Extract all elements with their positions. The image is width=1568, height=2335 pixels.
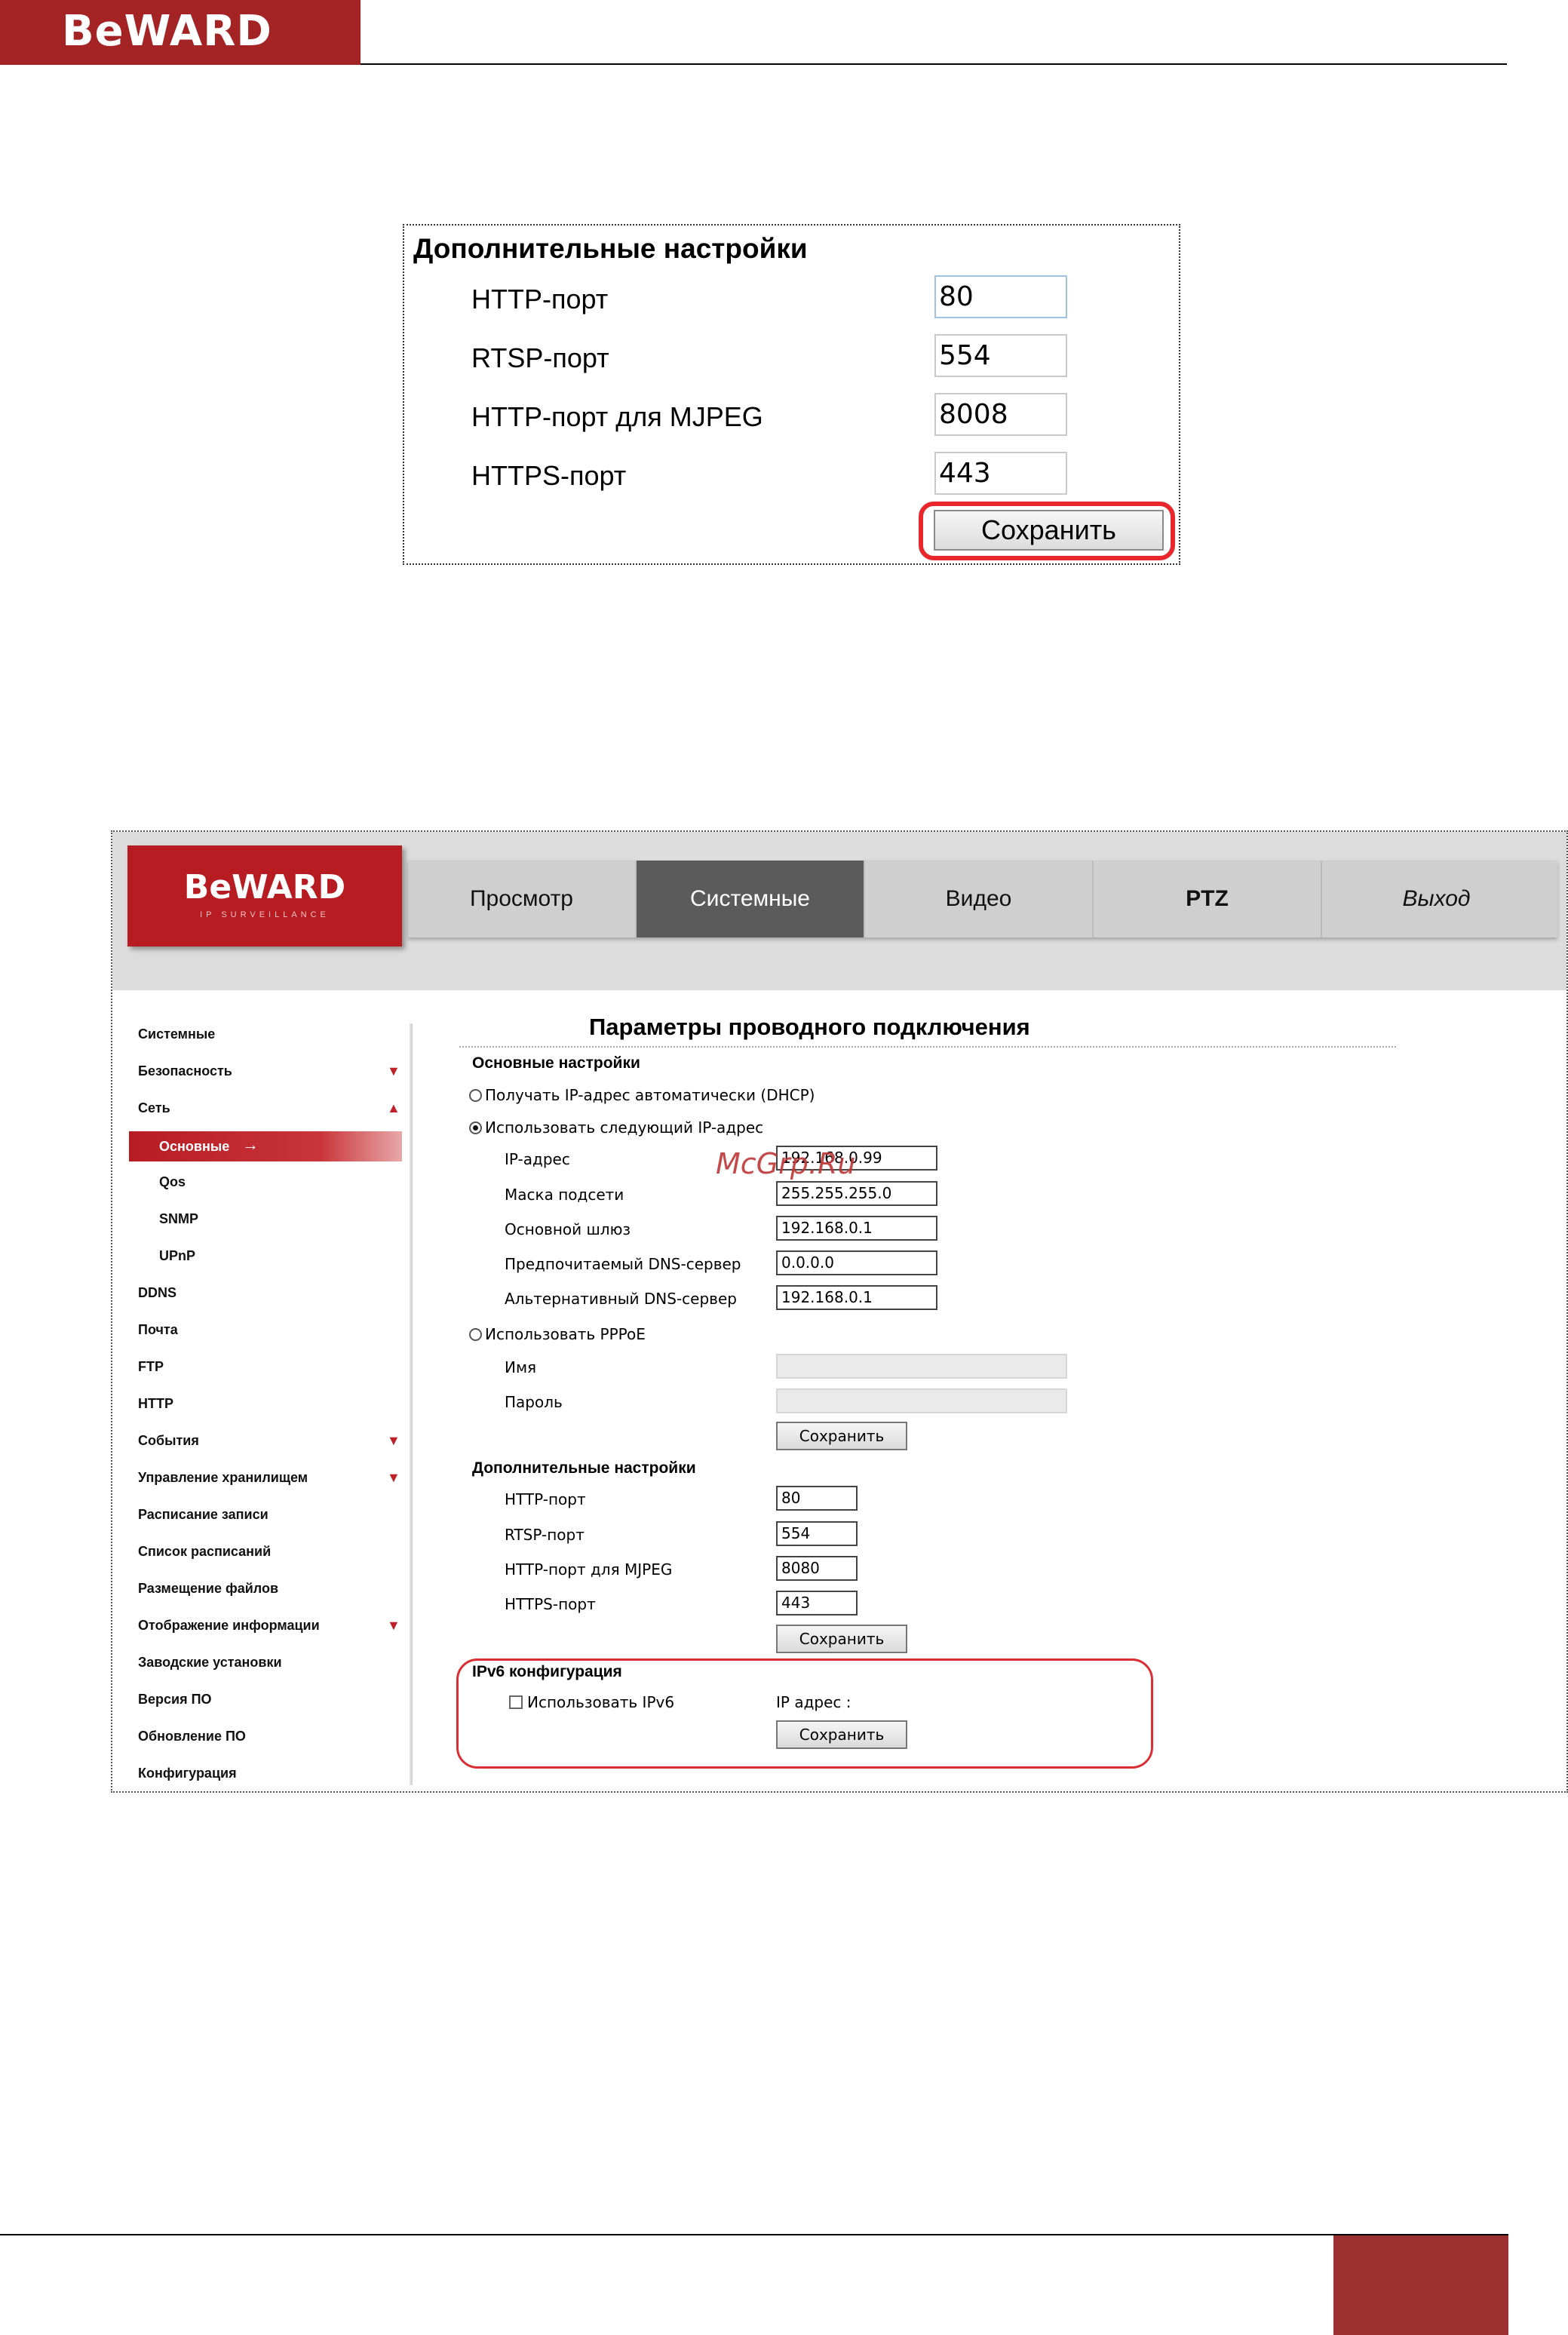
pppoe-label: Использовать PPPoE bbox=[485, 1325, 646, 1343]
rtsp-port-label: RTSP-порт bbox=[505, 1526, 585, 1544]
chevron-down-icon[interactable]: ▼ bbox=[387, 1616, 400, 1634]
sidebar-item-network[interactable]: Сеть bbox=[138, 1099, 170, 1117]
brand-bar: BeWARD bbox=[0, 0, 361, 65]
ip-address-label: IP-адрес bbox=[505, 1150, 570, 1168]
zoom-rtsp-port-label: RTSP-порт bbox=[471, 342, 609, 373]
ipv6-title: IPv6 конфигурация bbox=[472, 1663, 622, 1680]
zoom-http-port-label: HTTP-порт bbox=[471, 284, 609, 315]
ipv6-ip-label: IP адрес : bbox=[776, 1693, 852, 1711]
top-nav: Просмотр Системные Видео PTZ Выход bbox=[408, 861, 1557, 937]
camera-logo-text: BeWARD bbox=[183, 868, 346, 907]
header-rule bbox=[361, 63, 1507, 65]
gateway-input[interactable]: 192.168.0.1 bbox=[776, 1216, 937, 1241]
http-port-input[interactable]: 80 bbox=[776, 1486, 858, 1511]
dhcp-label: Получать IP-адрес автоматически (DHCP) bbox=[485, 1086, 815, 1104]
mjpeg-port-input[interactable]: 8080 bbox=[776, 1556, 858, 1581]
sidebar-item-mail[interactable]: Почта bbox=[138, 1321, 178, 1339]
sidebar-item-ftp[interactable]: FTP bbox=[138, 1358, 164, 1376]
pppoe-password-input[interactable] bbox=[776, 1388, 1067, 1413]
sidebar-item-factory-reset[interactable]: Заводские установки bbox=[138, 1653, 282, 1671]
pppoe-option[interactable]: Использовать PPPoE bbox=[469, 1324, 646, 1344]
ipv6-save-button[interactable]: Сохранить bbox=[776, 1720, 907, 1749]
pppoe-name-label: Имя bbox=[505, 1358, 537, 1376]
footer-rule bbox=[0, 2234, 1508, 2235]
https-port-label: HTTPS-порт bbox=[505, 1595, 596, 1613]
subnet-mask-input[interactable]: 255.255.255.0 bbox=[776, 1181, 937, 1206]
sidebar-item-snmp[interactable]: SNMP bbox=[159, 1210, 198, 1228]
pppoe-password-label: Пароль bbox=[505, 1393, 563, 1411]
static-ip-radio[interactable] bbox=[469, 1121, 482, 1134]
sidebar-divider bbox=[410, 1023, 413, 1785]
basic-settings-title: Основные настройки bbox=[472, 1054, 640, 1072]
sidebar-item-schedule-list[interactable]: Список расписаний bbox=[138, 1542, 271, 1560]
sidebar-item-firmware-update[interactable]: Обновление ПО bbox=[138, 1727, 246, 1745]
pppoe-name-input[interactable] bbox=[776, 1354, 1067, 1379]
chevron-up-icon[interactable]: ▲ bbox=[387, 1099, 400, 1117]
title-divider bbox=[459, 1046, 1396, 1048]
http-port-label: HTTP-порт bbox=[505, 1490, 586, 1508]
advanced-settings-title: Дополнительные настройки bbox=[472, 1459, 696, 1477]
preferred-dns-label: Предпочитаемый DNS-сервер bbox=[505, 1255, 741, 1273]
tab-logout[interactable]: Выход bbox=[1322, 861, 1551, 937]
sidebar-item-file-placement[interactable]: Размещение файлов bbox=[138, 1579, 278, 1597]
sidebar-item-basic[interactable]: Основные → bbox=[129, 1131, 402, 1161]
zoomed-advanced-settings: Дополнительные настройки HTTP-порт 80 RT… bbox=[403, 224, 1180, 565]
tab-video[interactable]: Видео bbox=[865, 861, 1094, 937]
chevron-down-icon[interactable]: ▼ bbox=[387, 1468, 400, 1487]
brand-logo: BeWARD bbox=[62, 7, 272, 56]
sidebar-item-system[interactable]: Системные bbox=[138, 1025, 215, 1043]
sidebar-item-basic-label: Основные bbox=[159, 1139, 230, 1154]
zoom-https-port-input[interactable]: 443 bbox=[934, 452, 1067, 495]
sidebar-item-upnp[interactable]: UPnP bbox=[159, 1247, 195, 1265]
page-title: Параметры проводного подключения bbox=[589, 1014, 1030, 1040]
alternate-dns-label: Альтернативный DNS-сервер bbox=[505, 1290, 737, 1308]
sidebar-item-http[interactable]: HTTP bbox=[138, 1395, 173, 1413]
static-ip-label: Использовать следующий IP-адрес bbox=[485, 1118, 764, 1137]
advanced-save-button[interactable]: Сохранить bbox=[776, 1625, 907, 1653]
sidebar-item-firmware-version[interactable]: Версия ПО bbox=[138, 1690, 212, 1708]
static-ip-option[interactable]: Использовать следующий IP-адрес bbox=[469, 1118, 763, 1137]
dhcp-radio[interactable] bbox=[469, 1089, 482, 1102]
preferred-dns-input[interactable]: 0.0.0.0 bbox=[776, 1250, 937, 1275]
watermark: McGrp.Ru bbox=[716, 1147, 856, 1180]
camera-logo-subtext: IP SURVEILLANCE bbox=[200, 910, 330, 919]
sidebar-item-configuration[interactable]: Конфигурация bbox=[138, 1764, 237, 1782]
ipv6-checkbox-label: Использовать IPv6 bbox=[527, 1693, 675, 1711]
zoom-save-button[interactable]: Сохранить bbox=[934, 510, 1164, 551]
gateway-label: Основной шлюз bbox=[505, 1220, 631, 1238]
footer-page-block bbox=[1333, 2235, 1508, 2335]
chevron-down-icon[interactable]: ▼ bbox=[387, 1431, 400, 1450]
tab-ptz[interactable]: PTZ bbox=[1094, 861, 1322, 937]
sidebar-item-security[interactable]: Безопасность bbox=[138, 1062, 232, 1080]
rtsp-port-input[interactable]: 554 bbox=[776, 1521, 858, 1546]
ipv6-option[interactable]: Использовать IPv6 bbox=[509, 1692, 674, 1712]
zoom-section-title: Дополнительные настройки bbox=[413, 233, 808, 264]
ipv6-checkbox[interactable] bbox=[509, 1695, 523, 1709]
sidebar-item-record-schedule[interactable]: Расписание записи bbox=[138, 1505, 268, 1523]
sidebar-item-ddns[interactable]: DDNS bbox=[138, 1284, 176, 1302]
web-ui-screenshot: BeWARD IP SURVEILLANCE Просмотр Системны… bbox=[111, 830, 1568, 1793]
zoom-mjpeg-port-input[interactable]: 8008 bbox=[934, 393, 1067, 436]
basic-save-button[interactable]: Сохранить bbox=[776, 1422, 907, 1450]
sidebar-item-events[interactable]: События bbox=[138, 1431, 199, 1450]
arrow-right-icon: → bbox=[242, 1135, 259, 1154]
mjpeg-port-label: HTTP-порт для MJPEG bbox=[505, 1560, 673, 1579]
tab-system[interactable]: Системные bbox=[637, 861, 865, 937]
subnet-mask-label: Маска подсети bbox=[505, 1186, 624, 1204]
dhcp-option[interactable]: Получать IP-адрес автоматически (DHCP) bbox=[469, 1085, 815, 1105]
zoom-rtsp-port-input[interactable]: 554 bbox=[934, 334, 1067, 377]
sidebar-item-qos[interactable]: Qos bbox=[159, 1173, 186, 1191]
chevron-down-icon[interactable]: ▼ bbox=[387, 1062, 400, 1080]
https-port-input[interactable]: 443 bbox=[776, 1591, 858, 1615]
pppoe-radio[interactable] bbox=[469, 1328, 482, 1341]
zoom-mjpeg-port-label: HTTP-порт для MJPEG bbox=[471, 401, 763, 432]
tab-view[interactable]: Просмотр bbox=[408, 861, 637, 937]
zoom-https-port-label: HTTPS-порт bbox=[471, 460, 627, 491]
alternate-dns-input[interactable]: 192.168.0.1 bbox=[776, 1285, 937, 1310]
sidebar-item-info-display[interactable]: Отображение информации bbox=[138, 1616, 320, 1634]
sidebar-item-storage[interactable]: Управление хранилищем bbox=[138, 1468, 308, 1487]
zoom-http-port-input[interactable]: 80 bbox=[934, 275, 1067, 318]
camera-logo: BeWARD IP SURVEILLANCE bbox=[127, 845, 402, 947]
